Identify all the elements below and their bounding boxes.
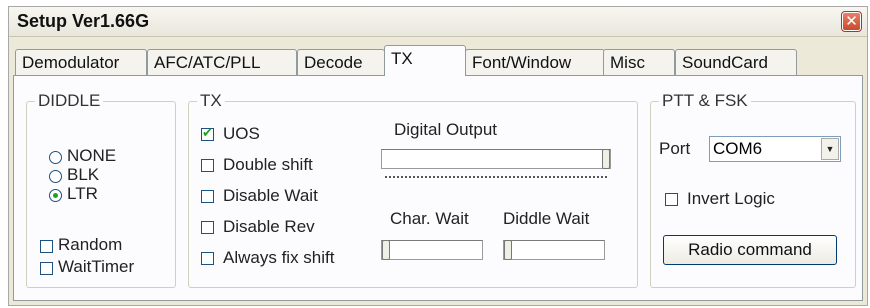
disable-rev-checkbox[interactable] [201, 221, 214, 234]
invert-logic-label: Invert Logic [687, 189, 775, 208]
tx-legend: TX [197, 91, 225, 111]
invert-logic-checkbox[interactable] [665, 193, 678, 206]
radio-blk-label: BLK [67, 165, 100, 184]
radio-blk[interactable] [49, 170, 62, 183]
tx-tab-panel: DIDDLE NONE BLK LTR Random WaitTimer TX … [13, 75, 863, 301]
tab-misc[interactable]: Misc [603, 49, 675, 75]
tab-tx[interactable]: TX [384, 45, 466, 76]
radio-ltr[interactable] [49, 189, 62, 202]
radio-command-button[interactable]: Radio command [663, 235, 837, 265]
disable-wait-label: Disable Wait [223, 186, 318, 205]
radio-none-label: NONE [67, 146, 117, 165]
tab-decode[interactable]: Decode [297, 49, 385, 75]
disable-rev-label: Disable Rev [223, 217, 315, 236]
chevron-down-icon[interactable]: ▼ [821, 138, 839, 160]
char-wait-label: Char. Wait [390, 209, 469, 228]
random-checkbox[interactable] [40, 240, 53, 253]
char-wait-thumb[interactable] [382, 240, 390, 260]
port-select[interactable]: COM6 ▼ [709, 136, 841, 162]
uos-label: UOS [223, 124, 260, 143]
ptt-fsk-group: PTT & FSK Port COM6 ▼ Invert Logic Radio… [650, 91, 856, 288]
double-shift-label: Double shift [223, 155, 313, 174]
diddle-group: DIDDLE NONE BLK LTR Random WaitTimer [26, 91, 176, 288]
radio-ltr-label: LTR [67, 184, 98, 203]
digital-output-slider[interactable] [381, 149, 611, 169]
port-value: COM6 [713, 139, 763, 158]
always-fix-shift-label: Always fix shift [223, 248, 335, 267]
waittimer-checkbox[interactable] [40, 262, 53, 275]
setup-window: Setup Ver1.66G ✕ Demodulator AFC/ATC/PLL… [8, 6, 868, 306]
digital-output-thumb[interactable] [602, 149, 610, 169]
ptt-fsk-legend: PTT & FSK [659, 91, 751, 111]
random-label: Random [58, 235, 123, 254]
waittimer-label: WaitTimer [58, 257, 135, 276]
title-bar[interactable]: Setup Ver1.66G ✕ [9, 7, 867, 37]
uos-checkbox[interactable] [201, 125, 214, 141]
digital-output-ticks [385, 172, 607, 178]
port-label: Port [659, 139, 691, 158]
tab-afc-atc-pll[interactable]: AFC/ATC/PLL [147, 49, 297, 75]
close-icon[interactable]: ✕ [841, 11, 862, 32]
always-fix-shift-checkbox[interactable] [201, 252, 214, 265]
radio-none[interactable] [49, 151, 62, 164]
tab-demodulator[interactable]: Demodulator [15, 49, 147, 75]
digital-output-label: Digital Output [394, 120, 497, 139]
diddle-wait-slider[interactable] [503, 240, 605, 260]
tab-font-window[interactable]: Font/Window [465, 49, 605, 75]
disable-wait-checkbox[interactable] [201, 190, 214, 203]
window-title: Setup Ver1.66G [17, 11, 150, 31]
char-wait-slider[interactable] [381, 240, 483, 260]
tab-soundcard[interactable]: SoundCard [675, 49, 797, 75]
diddle-wait-label: Diddle Wait [503, 209, 590, 228]
tab-strip: Demodulator AFC/ATC/PLL Decode TX Font/W… [13, 45, 863, 76]
tx-group: TX UOS Double shift Disable Wait Disable… [188, 91, 638, 288]
double-shift-checkbox[interactable] [201, 159, 214, 172]
diddle-legend: DIDDLE [35, 91, 104, 111]
diddle-wait-thumb[interactable] [504, 240, 512, 260]
